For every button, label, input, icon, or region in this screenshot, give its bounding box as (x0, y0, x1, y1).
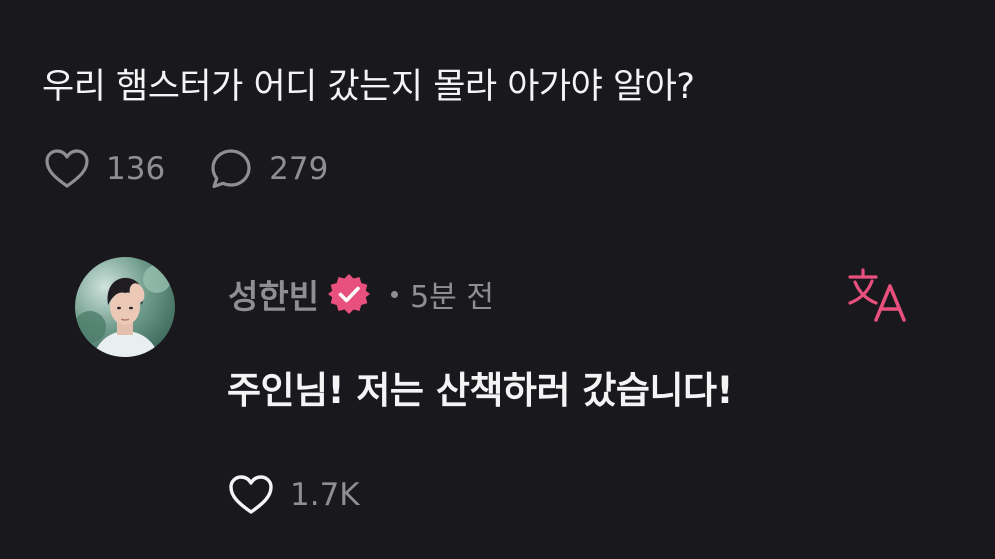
heart-icon (228, 474, 274, 516)
post-like-button[interactable]: 136 (44, 148, 165, 190)
separator-dot (391, 290, 399, 298)
heart-icon (44, 148, 90, 190)
translate-icon (846, 268, 908, 328)
post-comment-button[interactable]: 279 (209, 147, 328, 191)
post-like-count: 136 (106, 151, 166, 187)
reply-author-name[interactable]: 성한빈 (228, 270, 319, 318)
comment-icon (209, 147, 253, 191)
post-comment-count: 279 (269, 151, 329, 187)
reply-actions: 1.7K (228, 472, 360, 518)
post-text: 우리 햄스터가 어디 갔는지 몰라 아가야 알아? (42, 67, 695, 107)
reply-timestamp: 5분 전 (410, 280, 494, 315)
post-page: 우리 햄스터가 어디 갔는지 몰라 아가야 알아? 136 279 성한빈 5분… (0, 0, 995, 559)
verified-badge-icon (327, 272, 371, 316)
reply-like-count: 1.7K (290, 477, 360, 513)
avatar[interactable] (75, 257, 175, 357)
reply-header: 성한빈 5분 전 (228, 266, 494, 322)
translate-button[interactable] (846, 268, 908, 324)
post-actions: 136 279 (44, 146, 328, 192)
reply-like-button[interactable]: 1.7K (228, 474, 360, 516)
reply-text: 주인님! 저는 산책하러 갔습니다! (227, 369, 733, 412)
